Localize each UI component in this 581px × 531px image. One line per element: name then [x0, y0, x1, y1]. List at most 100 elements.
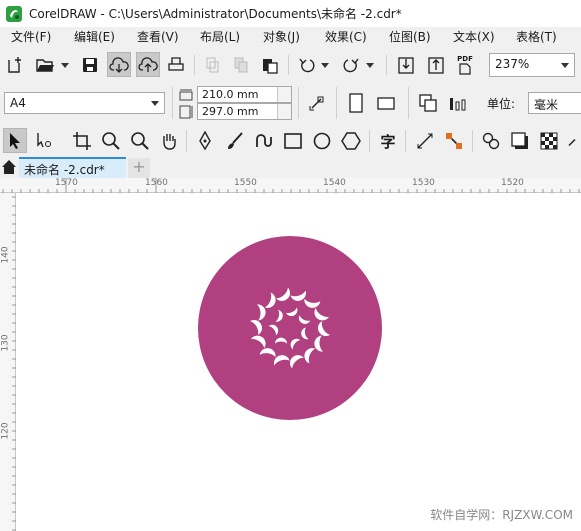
page-width-field[interactable]: 210.0 mm [197, 86, 292, 103]
pdf-label: PDF [457, 55, 473, 63]
menu-text[interactable]: 文本(X) [453, 27, 495, 47]
ruler-label: 1570 [55, 178, 78, 188]
shape-tool-icon[interactable] [32, 129, 56, 153]
artwork [198, 236, 382, 420]
page-height-icon [177, 104, 195, 120]
ruler-label: 130 [0, 334, 11, 352]
all-pages-icon[interactable] [415, 90, 441, 116]
smart-drawing-icon[interactable] [252, 129, 276, 153]
print-icon[interactable] [165, 54, 187, 76]
watermark: 软件自学网：RJZXW.COM [430, 508, 573, 522]
vertical-ruler[interactable]: 140 130 120 [0, 193, 16, 531]
page-origin-icon[interactable] [304, 91, 330, 115]
rectangle-tool-icon[interactable] [281, 129, 305, 153]
zoom-level-value: 237% [495, 57, 530, 71]
drawing-canvas[interactable]: 软件自学网：RJZXW.COM [16, 193, 581, 531]
open-dropdown-arrow[interactable] [61, 63, 69, 68]
menu-object[interactable]: 对象(J) [263, 27, 300, 47]
cloud-download-icon[interactable] [107, 52, 131, 77]
export-icon[interactable] [424, 53, 448, 77]
toolbox: 字 [0, 124, 581, 156]
artistic-media-icon[interactable] [223, 129, 247, 153]
open-folder-icon[interactable] [34, 54, 56, 76]
document-tab-bar: 未命名 -2.cdr* + [0, 156, 581, 178]
zoom-level-combo[interactable]: 237% [489, 53, 575, 77]
menu-bitmaps[interactable]: 位图(B) [389, 27, 431, 47]
menu-file[interactable]: 文件(F) [11, 27, 51, 47]
crop-tool-icon[interactable] [70, 129, 94, 153]
title-bar: CorelDRAW - C:\Users\Administrator\Docum… [0, 0, 581, 27]
paste-icon[interactable] [259, 54, 281, 76]
separator [408, 87, 409, 119]
page-width-spinner[interactable] [277, 87, 291, 102]
tab-document[interactable]: 未命名 -2.cdr* [19, 157, 126, 178]
landscape-orientation-icon[interactable] [373, 89, 399, 117]
redo-icon[interactable] [340, 54, 362, 76]
import-icon[interactable] [394, 53, 418, 77]
undo-dropdown-arrow[interactable] [321, 63, 329, 68]
separator [194, 55, 195, 75]
publish-to-pdf-icon[interactable]: PDF [453, 53, 477, 77]
undo-icon[interactable] [296, 54, 318, 76]
ruler-label: 1530 [412, 178, 435, 188]
units-label: 单位: [487, 97, 516, 111]
coreldraw-logo-icon [6, 5, 22, 22]
drop-shadow-icon[interactable] [508, 129, 532, 153]
ellipse-tool-icon[interactable] [310, 129, 334, 153]
page-height-spinner[interactable] [277, 104, 291, 119]
save-icon[interactable] [79, 54, 101, 76]
vertical-ruler-ticks [12, 196, 16, 531]
separator [298, 87, 299, 119]
pan-tool-icon[interactable] [157, 129, 181, 153]
coreldraw-window: CorelDRAW - C:\Users\Administrator\Docum… [0, 0, 581, 531]
eyedropper-icon[interactable] [566, 129, 581, 153]
units-combo[interactable]: 毫米 [528, 92, 581, 114]
transparency-tool-icon[interactable] [537, 129, 561, 153]
ruler-label: 120 [0, 422, 11, 440]
connector-tool-icon[interactable] [442, 129, 466, 153]
portrait-orientation-icon[interactable] [344, 89, 368, 117]
separator [472, 130, 473, 152]
menu-view[interactable]: 查看(V) [137, 27, 179, 47]
page-height-value: 297.0 mm [202, 105, 259, 118]
horizontal-ruler[interactable]: 1570 1560 1550 1540 1530 1520 [0, 178, 581, 193]
zoom-out-tool-icon[interactable] [128, 129, 152, 153]
page-size-dropdown-arrow[interactable] [146, 93, 164, 113]
property-bar: A4 210.0 mm 297.0 mm 单位: 毫米 [0, 85, 581, 121]
redo-dropdown-arrow[interactable] [366, 63, 374, 68]
pen-tool-icon[interactable] [193, 129, 217, 153]
menu-effects[interactable]: 效果(C) [325, 27, 367, 47]
tab-document-label: 未命名 -2.cdr* [24, 163, 105, 177]
menu-edit[interactable]: 编辑(E) [74, 27, 115, 47]
cut-icon [201, 54, 223, 76]
standard-toolbar: PDF 237% [0, 49, 581, 81]
zoom-dropdown-arrow[interactable] [556, 54, 574, 74]
ruler-label: 140 [0, 246, 11, 264]
page-size-value: A4 [10, 96, 26, 110]
menu-bar: 文件(F) 编辑(E) 查看(V) 布局(L) 对象(J) 效果(C) 位图(B… [0, 27, 581, 47]
parallel-dimension-icon[interactable] [413, 129, 437, 153]
ruler-label: 1550 [234, 178, 257, 188]
page-height-field[interactable]: 297.0 mm [197, 103, 292, 120]
separator [369, 130, 370, 152]
add-tab-button[interactable]: + [128, 158, 150, 178]
page-size-combo[interactable]: A4 [4, 92, 165, 114]
ruler-label: 1560 [145, 178, 168, 188]
blend-tool-icon[interactable] [479, 129, 503, 153]
pick-tool-icon[interactable] [3, 128, 27, 153]
menu-table[interactable]: 表格(T) [516, 27, 557, 47]
window-title: CorelDRAW - C:\Users\Administrator\Docum… [29, 7, 402, 21]
text-tool-icon[interactable]: 字 [376, 129, 400, 153]
units-value: 毫米 [534, 98, 559, 112]
zoom-tool-icon[interactable] [99, 129, 123, 153]
ruler-label: 1520 [501, 178, 524, 188]
magenta-circle[interactable] [198, 236, 382, 420]
welcome-home-icon[interactable] [0, 157, 18, 177]
page-width-value: 210.0 mm [202, 88, 259, 101]
new-document-icon[interactable] [4, 54, 26, 76]
polygon-tool-icon[interactable] [339, 129, 363, 153]
menu-layout[interactable]: 布局(L) [200, 27, 240, 47]
current-page-icon[interactable] [445, 90, 471, 116]
cloud-upload-icon[interactable] [136, 52, 160, 77]
separator [186, 130, 187, 152]
